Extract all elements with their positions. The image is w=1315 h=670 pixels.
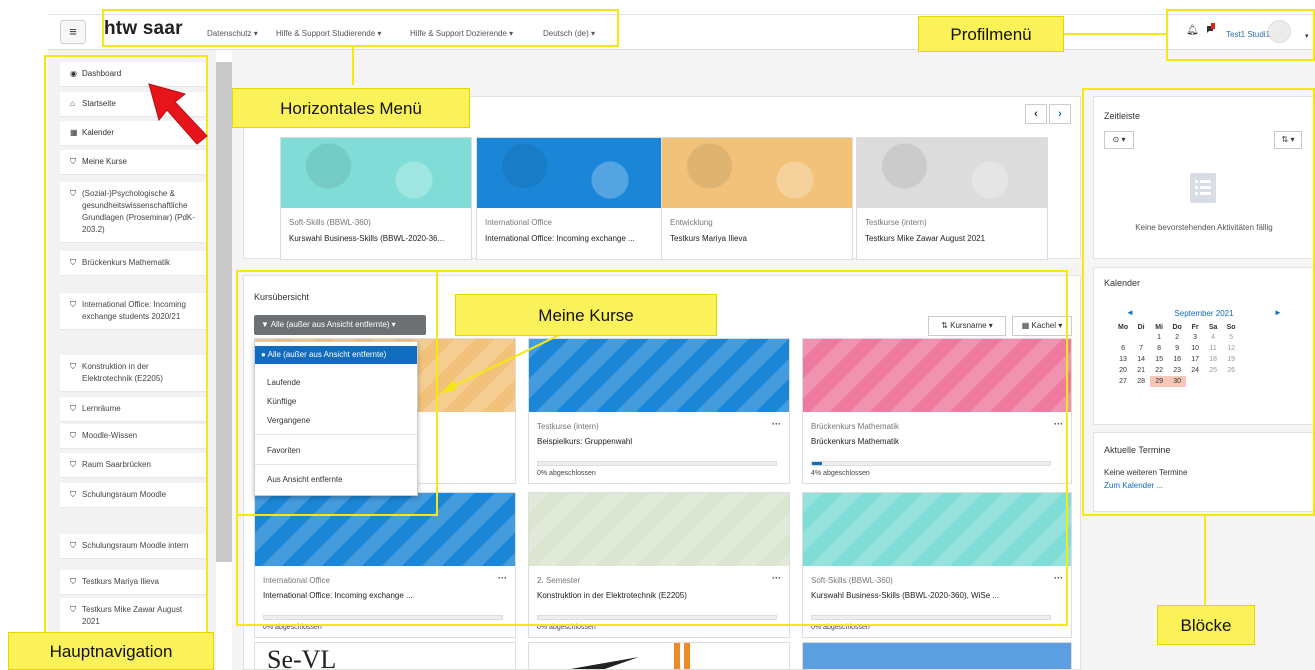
annotation-label-profile-menu: Profilmenü [918, 16, 1064, 52]
recent-course-card[interactable]: Entwicklung Testkurs Mariya Ilieva [661, 137, 853, 260]
recent-course-card[interactable]: International Office International Office… [476, 137, 668, 260]
course-category: Entwicklung [670, 218, 713, 227]
course-card-partial-text: Se-VL [267, 645, 337, 670]
annotation-label-horizontal-menu: Horizontales Menü [232, 88, 470, 128]
red-arrow-icon [148, 83, 208, 145]
course-image [281, 138, 471, 208]
sidebar-scrollbar[interactable] [216, 62, 232, 562]
annotation-label-main-nav: Hauptnavigation [8, 632, 214, 670]
course-category: Soft-Skills (BBWL-360) [289, 218, 371, 227]
recent-course-card[interactable]: Soft-Skills (BBWL-360) Kurswahl Business-… [280, 137, 472, 260]
annotation-box-filter [236, 270, 438, 516]
course-card-partial[interactable] [802, 642, 1072, 670]
course-name[interactable]: Testkurs Mariya Ilieva [670, 234, 747, 243]
course-card-partial[interactable] [528, 642, 790, 670]
course-card-partial-image [570, 643, 690, 669]
course-image [662, 138, 852, 208]
annotation-line [1059, 33, 1166, 35]
course-card-partial[interactable]: Se-VL [254, 642, 516, 670]
annotation-label-blocks: Blöcke [1157, 605, 1255, 645]
course-name[interactable]: International Office: Incoming exchange … [485, 234, 635, 243]
annotation-box-blocks [1082, 88, 1315, 516]
annotation-line [1204, 516, 1206, 608]
annotation-box-horizontal-menu [102, 9, 619, 47]
carousel-next-button[interactable]: › [1049, 104, 1071, 124]
hamburger-menu-icon[interactable]: ≡ [60, 20, 86, 44]
course-name[interactable]: Testkurs Mike Zawar August 2021 [865, 234, 985, 243]
annotation-line [352, 47, 354, 85]
carousel-prev-button[interactable]: ‹ [1025, 104, 1047, 124]
course-image [857, 138, 1047, 208]
recent-course-card[interactable]: Testkurse (intern) Testkurs Mike Zawar Au… [856, 137, 1048, 260]
course-category: Testkurse (intern) [865, 218, 927, 227]
annotation-label-my-courses: Meine Kurse [455, 294, 717, 336]
course-name[interactable]: Kurswahl Business-Skills (BBWL-2020-36..… [289, 234, 444, 243]
course-category: International Office [485, 218, 553, 227]
annotation-box-profile-menu [1166, 9, 1315, 61]
course-image [477, 138, 667, 208]
